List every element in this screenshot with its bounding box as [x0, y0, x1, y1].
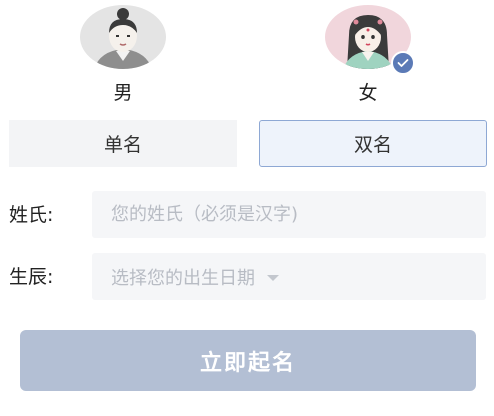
female-avatar-icon[interactable] [325, 5, 415, 75]
gender-option-male[interactable]: 男 [80, 5, 166, 105]
surname-input[interactable] [111, 204, 486, 225]
surname-field[interactable] [92, 191, 486, 238]
male-avatar-icon[interactable] [80, 5, 166, 69]
gender-option-female[interactable]: 女 [325, 5, 415, 105]
birth-date-select[interactable]: 选择您的出生日期 [92, 253, 486, 300]
male-label: 男 [113, 82, 133, 104]
selected-check-icon [391, 51, 415, 75]
single-name-tab[interactable]: 单名 [9, 120, 237, 167]
surname-label: 姓氏: [9, 204, 54, 226]
birth-label: 生辰: [9, 266, 54, 288]
birth-date-placeholder: 选择您的出生日期 [111, 267, 255, 289]
dropdown-caret-icon [267, 274, 279, 281]
double-name-tab[interactable]: 双名 [259, 120, 487, 167]
generate-name-button[interactable]: 立即起名 [20, 330, 476, 391]
female-label: 女 [358, 82, 378, 104]
